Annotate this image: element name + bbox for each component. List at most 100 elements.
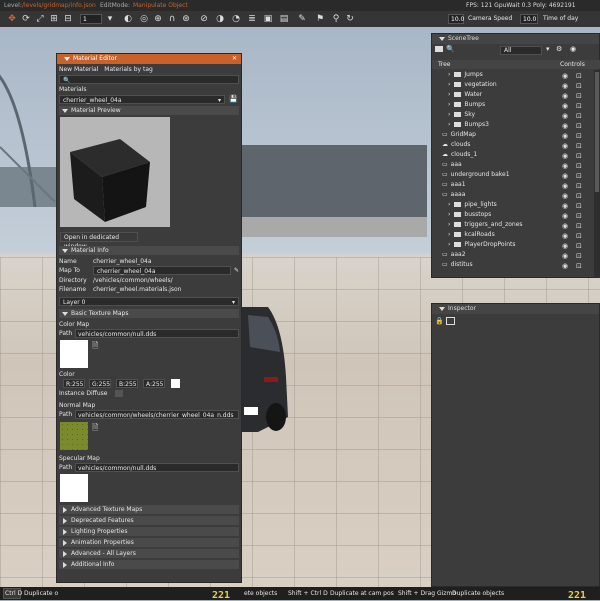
time-of-day-input[interactable]: 10.0 <box>520 14 538 24</box>
tree-item[interactable]: ▭ aaaa ◉ ⊡ <box>434 190 592 200</box>
tree-item[interactable]: ☁ clouds_1 ◉ ⊡ <box>434 150 592 160</box>
file-pick-icon[interactable]: 🗎 <box>92 422 98 436</box>
tree-item[interactable]: › busstops ◉ ⊡ <box>434 210 592 220</box>
chevron-right-icon[interactable]: › <box>448 91 450 98</box>
refresh-icon[interactable]: ↻ <box>344 13 356 25</box>
sun-icon[interactable]: ◑ <box>214 13 226 25</box>
light-icon[interactable]: ◔ <box>230 13 242 25</box>
advanced-all-layers-header[interactable]: Advanced - All Layers <box>59 549 239 558</box>
specular-map-thumbnail[interactable] <box>60 474 88 502</box>
camera-speed-input[interactable]: 10.0 <box>448 14 464 24</box>
scrollbar[interactable] <box>594 70 600 278</box>
normal-map-thumbnail[interactable] <box>60 422 88 450</box>
target-icon[interactable]: ⊕ <box>152 13 164 25</box>
lock-icon[interactable]: ⊡ <box>576 261 582 271</box>
flag-icon[interactable]: ⚑ <box>314 13 326 25</box>
vehicle[interactable] <box>238 307 290 437</box>
deprecated-features-header[interactable]: Deprecated Features <box>59 516 239 525</box>
tree-item[interactable]: ☁ clouds ◉ ⊡ <box>434 140 592 150</box>
animation-properties-header[interactable]: Animation Properties <box>59 538 239 547</box>
tree-item[interactable]: › Jumps ◉ ⊡ <box>434 70 592 80</box>
file-pick-icon[interactable]: 🗎 <box>92 340 98 354</box>
tree-item[interactable]: › triggers_and_zones ◉ ⊡ <box>434 220 592 230</box>
material-preview-header[interactable]: Material Preview <box>59 106 239 115</box>
material-info-header[interactable]: Material Info <box>59 246 239 255</box>
tree-item[interactable]: › vegetation ◉ ⊡ <box>434 80 592 90</box>
tree-item[interactable]: ▭ aaa2 ◉ ⊡ <box>434 250 592 260</box>
material-select[interactable]: cherrier_wheel_04a ▾ <box>59 95 225 104</box>
chevron-right-icon[interactable]: › <box>448 101 450 108</box>
tree-item[interactable]: › Sky ◉ ⊡ <box>434 110 592 120</box>
terrain-icon[interactable]: ⊛ <box>180 13 192 25</box>
chevron-right-icon[interactable]: › <box>448 121 450 128</box>
color-b-input[interactable]: B:255 <box>116 379 138 388</box>
camera-icon[interactable]: ▣ <box>262 13 274 25</box>
scene-tree-titlebar[interactable]: SceneTree <box>432 34 599 44</box>
color-g-input[interactable]: G:255 <box>89 379 111 388</box>
instance-diffuse-checkbox[interactable] <box>115 390 123 397</box>
color-r-input[interactable]: R:255 <box>63 379 85 388</box>
filter-icon[interactable]: ▤ <box>278 13 290 25</box>
chevron-right-icon[interactable]: › <box>448 71 450 78</box>
material-search-input[interactable]: 🔍 <box>59 75 239 84</box>
save-icon[interactable]: 💾 <box>229 95 239 104</box>
lock-icon[interactable]: 🔒 <box>435 317 444 325</box>
tree-item[interactable]: › pipe_lights ◉ ⊡ <box>434 200 592 210</box>
pin-icon[interactable]: ⚲ <box>330 13 342 25</box>
normal-map-path-input[interactable]: vehicles/common/wheels/cherrier_wheel_04… <box>75 410 239 419</box>
snap-icon[interactable]: ⊞ <box>48 13 60 25</box>
add-folder-icon[interactable] <box>435 46 443 52</box>
specular-map-path-input[interactable]: vehicles/common/null.dds <box>75 463 239 472</box>
visibility-icon[interactable]: ◉ <box>562 261 568 271</box>
world-icon[interactable]: ◐ <box>122 13 134 25</box>
close-icon[interactable]: ✕ <box>232 54 237 64</box>
chevron-down-icon[interactable]: ▾ <box>546 45 550 53</box>
settings-icon[interactable]: ⚙ <box>556 45 562 53</box>
open-dedicated-window-button[interactable]: Open in dedicated window <box>60 232 138 250</box>
chevron-down-icon[interactable]: ▾ <box>104 13 116 25</box>
edit-icon[interactable]: ✎ <box>234 266 239 275</box>
inspector-titlebar[interactable]: Inspector <box>432 304 599 314</box>
basic-texture-maps-header[interactable]: Basic Texture Maps <box>59 309 239 318</box>
map-to-input[interactable]: cherrier_wheel_04a <box>93 266 231 275</box>
broadcast-icon[interactable]: ◉ <box>570 45 576 53</box>
color-swatch[interactable] <box>171 379 180 388</box>
lighting-properties-header[interactable]: Lighting Properties <box>59 527 239 536</box>
chevron-right-icon[interactable]: › <box>448 231 450 238</box>
compass-icon[interactable]: ⊘ <box>198 13 210 25</box>
layers-icon[interactable]: ≣ <box>246 13 258 25</box>
chevron-right-icon[interactable]: › <box>448 221 450 228</box>
chevron-right-icon[interactable]: › <box>448 201 450 208</box>
magnet-icon[interactable]: ∩ <box>166 13 178 25</box>
collapse-icon[interactable] <box>64 56 70 61</box>
advanced-texture-maps-header[interactable]: Advanced Texture Maps <box>59 505 239 514</box>
copy-icon[interactable] <box>446 317 455 325</box>
layer-select[interactable]: Layer 0 ▾ <box>59 297 239 306</box>
filter-select[interactable]: All <box>500 46 542 55</box>
grid-icon[interactable]: ⊟ <box>62 13 74 25</box>
tree-item[interactable]: › Bumps3 ◉ ⊡ <box>434 120 592 130</box>
color-map-thumbnail[interactable] <box>60 340 88 368</box>
scale-icon[interactable]: ⤢ <box>34 13 46 25</box>
tree-item[interactable]: ▭ aaa ◉ ⊡ <box>434 160 592 170</box>
new-material-menu[interactable]: New Material <box>59 66 98 73</box>
tree-item[interactable]: › Bumps ◉ ⊡ <box>434 100 592 110</box>
color-map-path-input[interactable]: vehicles/common/null.dds <box>75 329 239 338</box>
tree-item[interactable]: ▭ GridMap ◉ ⊡ <box>434 130 592 140</box>
chevron-right-icon[interactable]: › <box>448 241 450 248</box>
chevron-right-icon[interactable]: › <box>448 111 450 118</box>
tree-item[interactable]: ▭ aaa1 ◉ ⊡ <box>434 180 592 190</box>
scrollbar-thumb[interactable] <box>595 72 599 192</box>
tool-icon[interactable]: ✎ <box>296 13 308 25</box>
search-icon[interactable]: 🔍 <box>446 45 455 53</box>
tree-item[interactable]: › PlayerDropPoints ◉ ⊡ <box>434 240 592 250</box>
move-gizmo-icon[interactable]: ✥ <box>6 13 18 25</box>
material-editor-titlebar[interactable]: Material Editor ✕ <box>57 54 241 64</box>
tree-item[interactable]: › Water ◉ ⊡ <box>434 90 592 100</box>
chevron-right-icon[interactable]: › <box>448 211 450 218</box>
step-input[interactable]: 1 <box>80 14 102 24</box>
materials-by-tag-menu[interactable]: Materials by tag <box>104 66 153 73</box>
center-icon[interactable]: ◎ <box>138 13 150 25</box>
rotate-icon[interactable]: ⟳ <box>20 13 32 25</box>
chevron-right-icon[interactable]: › <box>448 81 450 88</box>
